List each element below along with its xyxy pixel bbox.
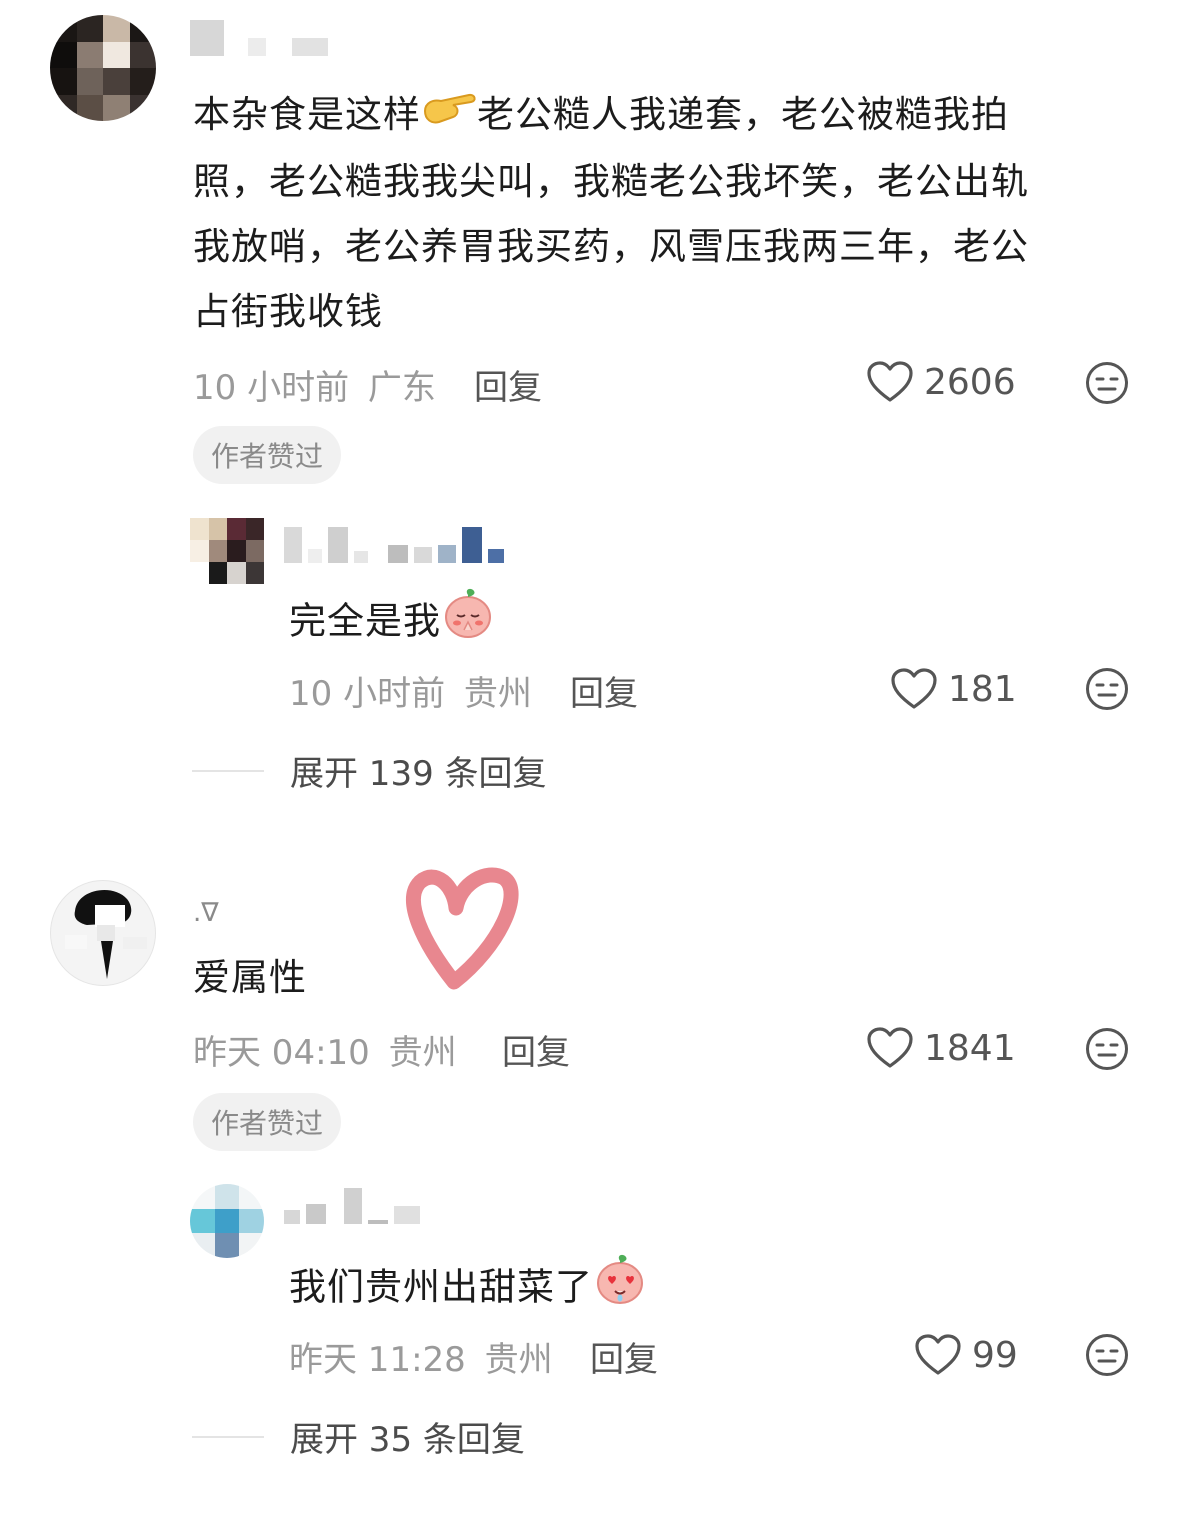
- reply-1-reply-button[interactable]: 回复: [570, 666, 638, 715]
- reply-2-reply-button[interactable]: 回复: [590, 1332, 658, 1381]
- heart-outline-icon: [915, 1334, 961, 1375]
- comment-1-username-blurred[interactable]: [190, 20, 328, 56]
- comment-2-avatar[interactable]: [50, 880, 156, 986]
- reply-2-time: 昨天 11:28: [289, 1340, 466, 1380]
- dislike-face-icon[interactable]: [1085, 361, 1129, 405]
- reply-2-like-button[interactable]: 99: [914, 1333, 1018, 1377]
- reply-1-avatar[interactable]: [190, 518, 264, 584]
- comment-1-expand-replies[interactable]: 展开 139 条回复: [192, 746, 547, 795]
- comment-2-like-count: 1841: [924, 1027, 1016, 1069]
- heart-sticker: [406, 867, 519, 990]
- pointing-hand-emoji: [421, 84, 477, 149]
- dislike-face-icon[interactable]: [1085, 1027, 1129, 1071]
- comment-2-meta: 昨天 04:10 贵州: [193, 1025, 457, 1074]
- reply-1-meta: 10 小时前 贵州: [289, 666, 532, 715]
- comment-1-time: 10 小时前: [193, 368, 350, 408]
- comment-2-text: 爱属性: [193, 956, 307, 999]
- reply-1-like-button[interactable]: 181: [890, 667, 1017, 711]
- comment-1-author-liked-badge: 作者赞过: [193, 426, 342, 484]
- reply-2-location: 贵州: [484, 1340, 553, 1380]
- expand-replies-label: 展开 35 条回复: [290, 1420, 525, 1460]
- heart-outline-icon: [891, 668, 937, 709]
- comment-1-reply-button[interactable]: 回复: [474, 360, 542, 409]
- comment-2-time: 昨天 04:10: [193, 1033, 370, 1073]
- dislike-face-icon[interactable]: [1085, 667, 1129, 711]
- praying-peach-emoji: [441, 586, 495, 660]
- comment-2-username[interactable]: .∇: [193, 898, 219, 928]
- reply-2-text: 我们贵州出甜菜了: [289, 1252, 647, 1326]
- comment-1-like-button[interactable]: 2606: [866, 360, 1016, 404]
- heart-outline-icon: [867, 1027, 913, 1068]
- heart-eyes-peach-emoji: [593, 1252, 647, 1326]
- comment-1-meta: 10 小时前 广东: [193, 360, 436, 409]
- reply-2-avatar[interactable]: [190, 1184, 264, 1258]
- reply-1-username-blurred[interactable]: [284, 527, 504, 563]
- dislike-face-icon[interactable]: [1085, 1333, 1129, 1377]
- comment-1-like-count: 2606: [924, 361, 1016, 403]
- comment-1-avatar[interactable]: [50, 15, 156, 121]
- comment-1-location: 广东: [367, 368, 436, 408]
- comment-2-expand-replies[interactable]: 展开 35 条回复: [192, 1412, 525, 1461]
- reply-2-meta: 昨天 11:28 贵州: [289, 1332, 553, 1381]
- heart-outline-icon: [867, 361, 913, 402]
- comment-2-location: 贵州: [388, 1033, 457, 1073]
- reply-1-text: 完全是我: [289, 586, 495, 660]
- comment-2-like-button[interactable]: 1841: [866, 1026, 1016, 1070]
- expand-replies-label: 展开 139 条回复: [290, 754, 547, 794]
- comment-2-author-liked-badge: 作者赞过: [193, 1093, 342, 1151]
- reply-1-time: 10 小时前: [289, 674, 446, 714]
- reply-2-like-count: 99: [972, 1334, 1018, 1376]
- comment-1-text: 本杂食是这样 老公糙人我递套，老公被糙我拍 照，老公糙我我尖叫，我糙老公我坏笑，老…: [193, 82, 1133, 344]
- comment-2-reply-button[interactable]: 回复: [502, 1025, 570, 1074]
- expand-divider-line: [192, 1435, 264, 1438]
- expand-divider-line: [192, 769, 264, 772]
- reply-1-location: 贵州: [463, 674, 532, 714]
- reply-2-username-blurred[interactable]: [284, 1188, 420, 1224]
- reply-1-like-count: 181: [948, 668, 1017, 710]
